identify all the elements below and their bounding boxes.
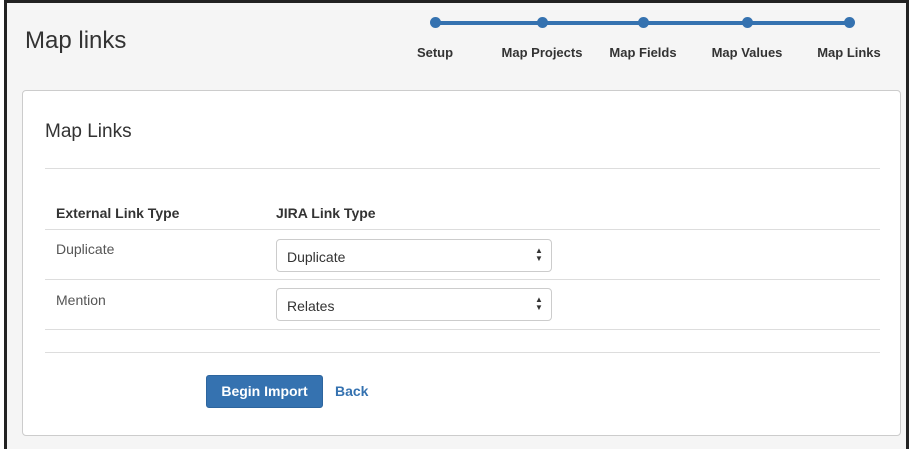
select-arrows-icon: ▲ ▼: [535, 295, 543, 312]
row-external-type: Duplicate: [56, 241, 115, 257]
panel-title: Map Links: [45, 121, 132, 142]
table-divider: [45, 329, 880, 330]
step-label: Map Fields: [609, 45, 677, 60]
import-wizard-window: Map links Setup Map Projects Map Fields …: [4, 0, 909, 449]
step-label: Map Links: [817, 45, 881, 60]
step-setup: Setup: [385, 14, 485, 60]
map-links-panel: Map Links External Link Type JIRA Link T…: [22, 90, 901, 436]
jira-link-type-select[interactable]: Relates ▲ ▼: [276, 288, 552, 321]
step-dot-icon: [741, 17, 753, 28]
step-map-projects: Map Projects: [492, 14, 592, 60]
row-external-type: Mention: [56, 292, 106, 308]
table-divider: [45, 229, 880, 230]
step-label: Map Projects: [501, 45, 583, 60]
column-header-external: External Link Type: [56, 205, 180, 221]
select-arrows-icon: ▲ ▼: [535, 246, 543, 263]
back-link[interactable]: Back: [335, 383, 368, 399]
select-value: Duplicate: [287, 249, 346, 265]
select-value: Relates: [287, 298, 335, 314]
divider: [45, 352, 880, 353]
step-dot-icon: [536, 17, 548, 28]
step-label: Map Values: [711, 45, 783, 60]
step-map-values: Map Values: [697, 14, 797, 60]
step-dot-icon: [843, 17, 855, 28]
step-map-links: Map Links: [799, 14, 899, 60]
step-map-fields: Map Fields: [593, 14, 693, 60]
begin-import-button[interactable]: Begin Import: [206, 375, 323, 408]
column-header-jira: JIRA Link Type: [276, 205, 376, 221]
progress-tracker: Setup Map Projects Map Fields Map Values…: [7, 3, 911, 73]
table-divider: [45, 279, 880, 280]
jira-link-type-select[interactable]: Duplicate ▲ ▼: [276, 239, 552, 272]
step-label: Setup: [416, 45, 454, 60]
divider: [45, 168, 880, 169]
step-dot-icon: [429, 17, 441, 28]
step-dot-icon: [637, 17, 649, 28]
